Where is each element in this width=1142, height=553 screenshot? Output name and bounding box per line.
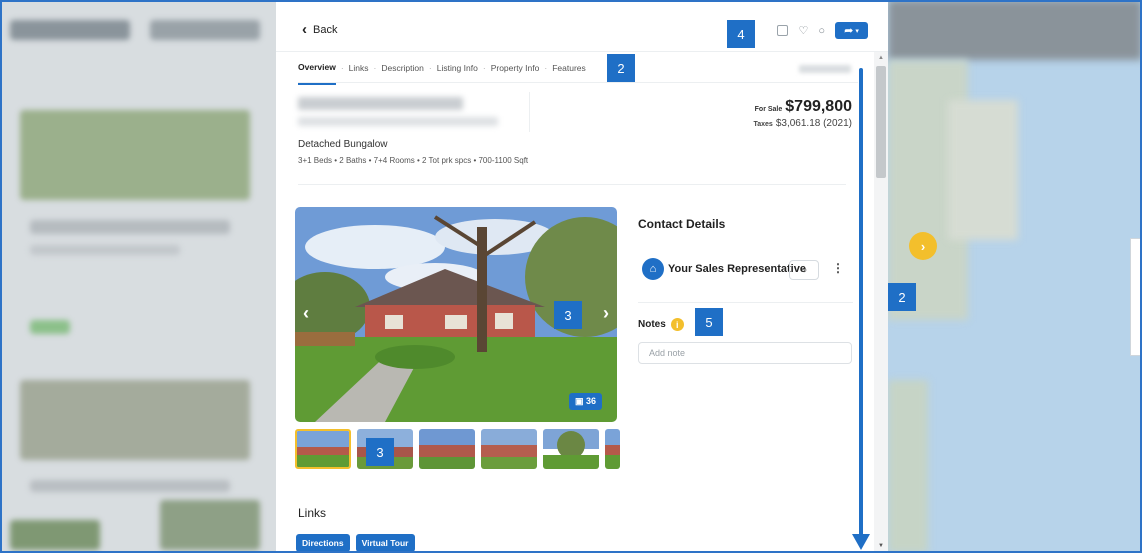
tab-links[interactable]: Links <box>349 63 369 79</box>
photo-thumbnails <box>295 429 620 469</box>
taxes-label: Taxes <box>753 121 773 128</box>
contact-details-title: Contact Details <box>638 217 726 231</box>
share-button[interactable]: ➦ ▾ <box>835 22 868 39</box>
callout-marker: 3 <box>366 438 394 466</box>
links-title: Links <box>298 506 327 520</box>
share-icon: ➦ <box>844 25 854 37</box>
thumbnail[interactable] <box>295 429 351 469</box>
chevron-right-icon: › <box>920 238 926 254</box>
listing-detail-panel: ‹ Back ♡ ○ ➦ ▾ Overview · Links · Descri… <box>276 0 888 553</box>
thumbnail-image <box>297 431 349 467</box>
tab-features[interactable]: Features <box>552 63 586 79</box>
agent-logo-icon: ⌂ <box>642 258 664 280</box>
section-divider <box>298 184 846 185</box>
photo-count-badge[interactable]: ▣ 36 <box>568 393 602 410</box>
tab-separator: · <box>482 63 486 73</box>
chevron-left-icon: ‹ <box>302 21 307 38</box>
panel-header: ‹ Back ♡ ○ ➦ ▾ <box>276 0 888 52</box>
add-note-input[interactable]: Add note <box>638 342 852 364</box>
tabs-divider <box>298 82 858 83</box>
callout-marker: 4 <box>727 20 755 48</box>
taxes-block: Taxes $3,061.18 (2021) <box>753 118 852 129</box>
thumbnail-image <box>419 429 475 469</box>
tab-separator: · <box>544 63 548 73</box>
tab-description[interactable]: Description <box>381 63 424 79</box>
property-features: 3+1 Beds • 2 Baths • 7+4 Rooms • 2 Tot p… <box>298 156 529 165</box>
camera-icon: ▣ <box>574 396 584 406</box>
photo-next-icon[interactable]: › <box>603 303 609 324</box>
callout-marker: 2 <box>607 54 635 82</box>
neighbourhood-redacted <box>298 117 498 126</box>
back-label: Back <box>313 23 338 36</box>
scroll-up-icon[interactable]: ▲ <box>878 55 884 61</box>
thumbnail[interactable] <box>543 429 599 469</box>
background-map <box>888 0 1142 553</box>
chat-icon[interactable]: ○ <box>818 25 825 37</box>
scrollbar-thumb[interactable] <box>876 66 886 178</box>
tab-separator: · <box>428 63 432 73</box>
directions-button[interactable]: Directions <box>296 534 350 552</box>
photo-count: 36 <box>585 396 596 406</box>
notes-label: Notes <box>638 319 666 330</box>
address-redacted <box>298 97 463 110</box>
link-buttons: Directions Virtual Tour <box>296 534 415 552</box>
contact-divider <box>638 302 853 303</box>
thumbnail[interactable] <box>419 429 475 469</box>
tab-listing-info[interactable]: Listing Info <box>437 63 478 79</box>
tab-property-info[interactable]: Property Info <box>491 63 540 79</box>
scroll-annotation-arrow <box>859 68 863 538</box>
thumbnail-image <box>543 429 599 469</box>
photo-prev-icon[interactable]: ‹ <box>303 303 309 324</box>
note-placeholder: Add note <box>649 348 686 358</box>
scroll-down-icon[interactable]: ▼ <box>878 543 884 549</box>
info-icon[interactable]: i <box>670 318 684 331</box>
chevron-down-icon: ▾ <box>855 27 859 35</box>
thumbnail[interactable] <box>481 429 537 469</box>
back-button[interactable]: ‹ Back <box>302 22 337 37</box>
price-block: For Sale $799,800 <box>755 98 852 116</box>
callout-marker: 3 <box>554 301 582 329</box>
sale-label: For Sale <box>754 106 783 113</box>
thumbnail-image <box>481 429 537 469</box>
tab-separator: · <box>340 63 344 73</box>
scroll-annotation-arrowhead <box>852 534 870 550</box>
property-type: Detached Bungalow <box>298 139 388 150</box>
more-icon[interactable]: ⋮ <box>832 261 844 275</box>
message-rep-button[interactable]: ○ <box>789 260 819 280</box>
header-divider <box>529 92 530 132</box>
background-listings <box>0 0 276 553</box>
notes-header: Notes i <box>638 318 684 331</box>
price-value: $799,800 <box>785 98 852 115</box>
sales-rep: ⌂ Your Sales Representative <box>642 258 806 280</box>
next-listing-button[interactable]: › <box>909 232 937 260</box>
side-drawer-tab[interactable] <box>1130 238 1142 356</box>
select-checkbox[interactable] <box>777 25 789 36</box>
callout-marker: 5 <box>695 308 723 336</box>
section-tabs: Overview · Links · Description · Listing… <box>298 62 586 85</box>
rep-name: Your Sales Representative <box>668 263 806 275</box>
tab-separator: · <box>373 63 377 73</box>
thumbnail-image <box>605 429 620 469</box>
heart-icon[interactable]: ♡ <box>798 24 808 37</box>
taxes-value: $3,061.18 (2021) <box>775 118 852 129</box>
callout-marker: 2 <box>888 283 916 311</box>
thumbnail[interactable] <box>605 429 620 469</box>
chat-icon: ○ <box>800 264 808 276</box>
virtual-tour-button[interactable]: Virtual Tour <box>355 534 415 552</box>
listing-id-redacted <box>799 65 851 73</box>
